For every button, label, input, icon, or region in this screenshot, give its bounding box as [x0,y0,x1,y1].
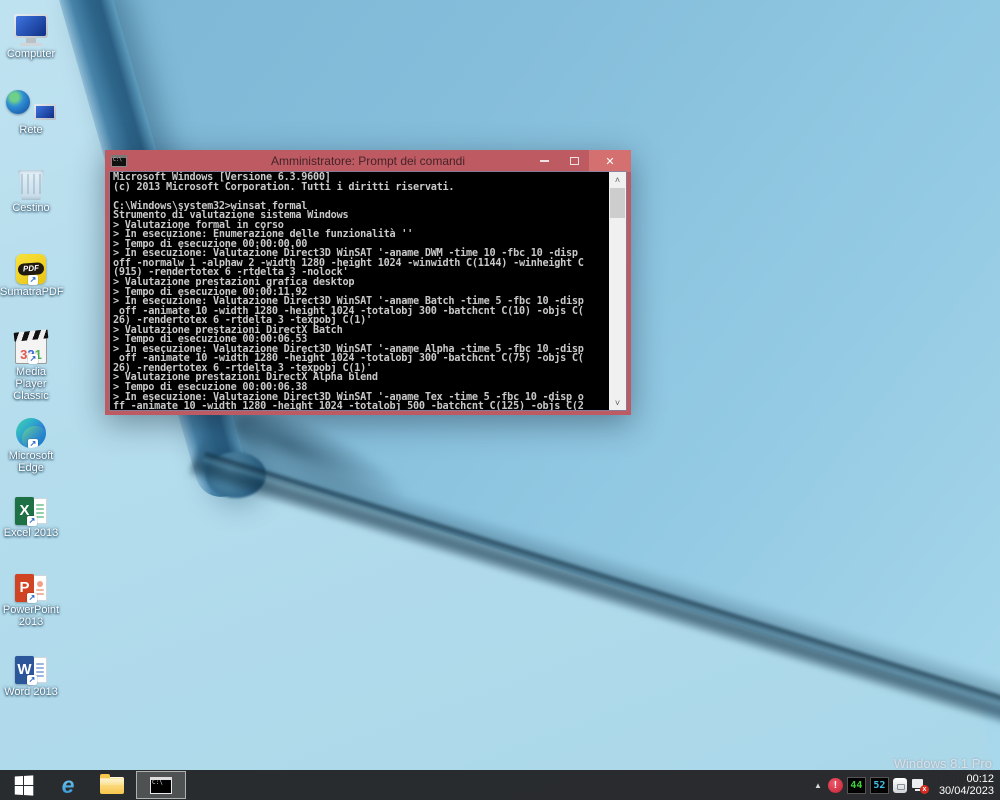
cmd-icon: C:\ [150,777,172,794]
console-text[interactable]: Microsoft Windows [Versione 6.3.9600](c)… [110,172,609,410]
shortcut-arrow-icon: ↗ [28,354,38,364]
command-prompt-window[interactable]: C:\ Amministratore: Prompt dei comandi ✕… [105,150,631,415]
shortcut-arrow-icon: ↗ [27,516,37,526]
sumatrapdf-icon: PDF↗ [0,246,62,284]
desktop-icon-sumatrapdf[interactable]: PDF↗ SumatraPDF [0,246,62,298]
desktop-icon-label: Rete [0,124,62,136]
tray-temp-cyan-icon[interactable]: 52 [870,777,889,794]
desktop-icon-recycle-bin[interactable]: Cestino [0,162,62,214]
shortcut-arrow-icon: ↗ [27,593,37,603]
taskbar-internet-explorer-button[interactable]: e [46,770,90,800]
network-disconnected-badge: x [920,785,929,794]
desktop-icon-media-player-classic[interactable]: 321 ↗ Media Player Classic [0,326,62,402]
scroll-up-icon[interactable]: ˄ [609,172,626,187]
shortcut-arrow-icon: ↗ [28,275,38,285]
taskbar-clock[interactable]: 00:12 30/04/2023 [931,773,994,797]
word-icon: W ↗ [0,646,62,684]
desktop-icon-label: Cestino [0,202,62,214]
tray-alert-icon[interactable]: ! [828,778,843,793]
scroll-down-icon[interactable]: ˅ [609,395,626,410]
desktop-icon-label: Microsoft Edge [0,450,62,474]
shortcut-arrow-icon: ↗ [27,675,37,685]
windows-logo-icon [14,775,32,795]
maximize-icon [570,157,579,165]
close-icon: ✕ [605,155,614,168]
scrollbar-thumb[interactable] [610,188,625,218]
console-line: ff -animate 10 -width 1280 -height 1024 … [113,402,609,410]
console-line: (c) 2013 Microsoft Corporation. Tutti i … [113,183,609,193]
desktop-icon-label: Computer [0,48,62,60]
file-explorer-icon [100,777,124,794]
window-titlebar[interactable]: C:\ Amministratore: Prompt dei comandi ✕ [105,150,631,172]
shortcut-arrow-icon: ↗ [28,439,38,448]
excel-icon: X ↗ [0,487,62,525]
desktop-icon-label: SumatraPDF [0,286,62,298]
close-button[interactable]: ✕ [589,150,631,172]
desktop-icon-label: Media Player Classic [0,366,62,402]
desktop-icon-label: Word 2013 [0,686,62,698]
clock-time: 00:12 [939,773,994,785]
console-client-area[interactable]: Microsoft Windows [Versione 6.3.9600](c)… [110,172,626,410]
watermark-line1: Windows 8.1 Pro [894,756,992,771]
start-button[interactable] [0,770,46,800]
taskbar-file-explorer-button[interactable] [90,770,134,800]
desktop-icon-excel[interactable]: X ↗ Excel 2013 [0,487,62,539]
minimize-button[interactable] [529,150,559,172]
tray-network-icon[interactable]: x [911,778,927,793]
clock-date: 30/04/2023 [939,785,994,797]
media-player-classic-icon: 321 ↗ [0,326,62,364]
internet-explorer-icon: e [62,774,75,797]
maximize-button[interactable] [559,150,589,172]
microsoft-edge-icon: ↗ [0,410,62,448]
desktop-icon-label: PowerPoint 2013 [0,604,62,628]
taskbar: e C:\ ▲ ! 44 52 x 00:12 30/04/2023 [0,770,1000,800]
computer-icon [0,8,62,46]
desktop-icon-microsoft-edge[interactable]: ↗ Microsoft Edge [0,410,62,474]
desktop-icon-word[interactable]: W ↗ Word 2013 [0,646,62,698]
powerpoint-icon: P ↗ [0,564,62,602]
recycle-bin-icon [0,162,62,200]
desktop-icon-network[interactable]: Rete [0,84,62,136]
tray-device-icon[interactable] [893,778,907,793]
desktop-icon-powerpoint[interactable]: P ↗ PowerPoint 2013 [0,564,62,628]
network-icon [0,84,62,122]
console-scrollbar[interactable]: ˄ ˅ [609,172,626,410]
show-hidden-icons-button[interactable]: ▲ [814,781,822,790]
tray-temp-green-icon[interactable]: 44 [847,777,866,794]
taskbar-cmd-button-active[interactable]: C:\ [136,771,186,799]
minimize-icon [540,160,549,162]
desktop-icon-computer[interactable]: Computer [0,8,62,60]
desktop-icon-label: Excel 2013 [0,527,62,539]
